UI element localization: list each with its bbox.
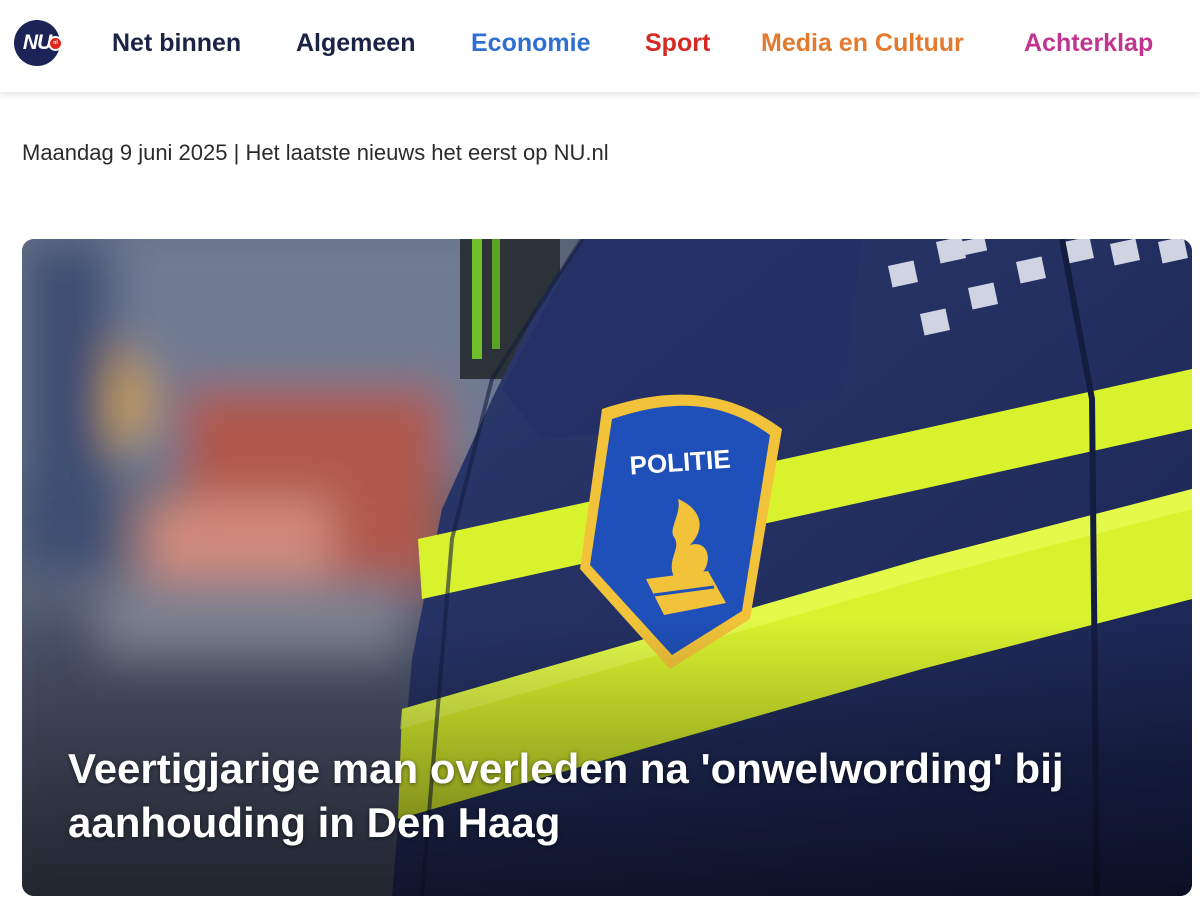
nu-logo-icon[interactable]: NU nl (14, 20, 63, 66)
nav-achterklap[interactable]: Achterklap (1024, 28, 1153, 58)
logo-text: NU (22, 31, 52, 54)
logo-badge: nl (48, 36, 63, 51)
nav-sport[interactable]: Sport (645, 28, 710, 58)
hero-article-card[interactable]: POLITIE Veertigjarige man overleden na '… (22, 239, 1192, 896)
nav-algemeen[interactable]: Algemeen (296, 28, 415, 58)
top-navigation-bar: NU nl Net binnen Algemeen Economie Sport… (0, 0, 1200, 92)
dateline: Maandag 9 juni 2025 | Het laatste nieuws… (22, 140, 609, 165)
nav-net-binnen[interactable]: Net binnen (112, 28, 241, 58)
nav-economie[interactable]: Economie (471, 28, 590, 58)
hero-headline[interactable]: Veertigjarige man overleden na 'onwelwor… (68, 742, 1128, 850)
nav-media-en-cultuur[interactable]: Media en Cultuur (761, 28, 964, 58)
